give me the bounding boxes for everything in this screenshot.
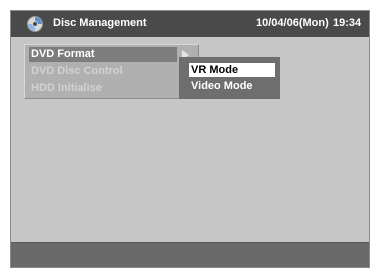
time-display: 19:34	[333, 17, 362, 29]
menu-item-dvd-disc-control: DVD Disc Control	[31, 65, 123, 77]
menu-item-hdd-initialise: HDD Initialise	[31, 82, 102, 94]
format-submenu: VR Mode Video Mode	[179, 57, 280, 99]
disc-management-screen: Disc Management 10/04/06(Mon) 19:34 DVD …	[10, 10, 370, 268]
header-bar: Disc Management 10/04/06(Mon) 19:34	[11, 11, 369, 37]
menu-item-dvd-format[interactable]: DVD Format	[29, 47, 177, 62]
submenu-item-vr-mode[interactable]: VR Mode	[189, 63, 275, 77]
submenu-item-video-mode[interactable]: Video Mode	[189, 79, 275, 93]
page-title: Disc Management	[53, 17, 147, 29]
disc-icon	[27, 16, 43, 32]
main-menu: DVD Format DVD Disc Control HDD Initiali…	[24, 44, 199, 99]
status-bar	[11, 242, 369, 267]
date-display: 10/04/06(Mon)	[256, 17, 329, 29]
